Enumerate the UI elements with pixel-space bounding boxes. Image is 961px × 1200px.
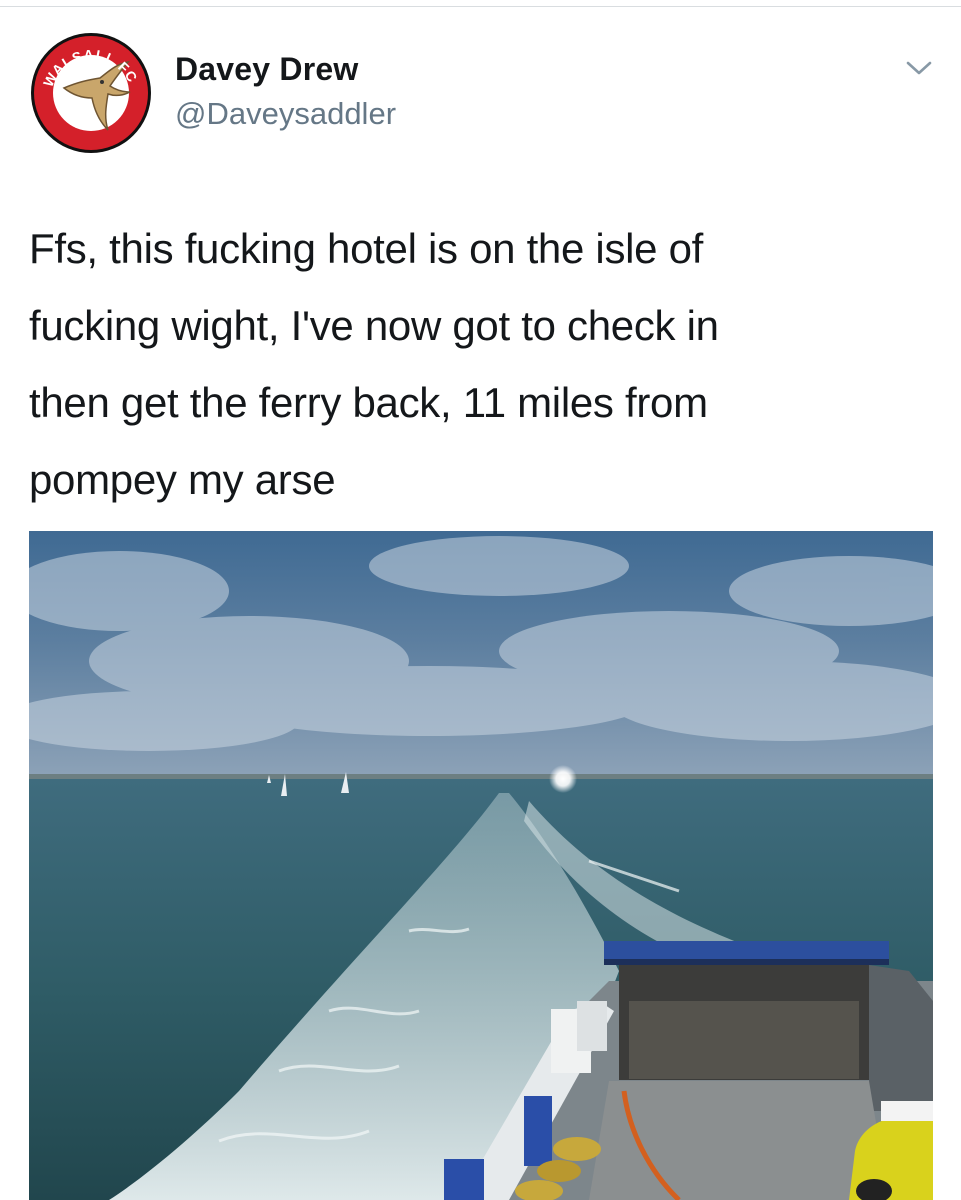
author-display-name[interactable]: Davey Drew bbox=[175, 51, 358, 88]
avatar[interactable]: WALSALL FC bbox=[30, 32, 152, 154]
ferry-wake-photo bbox=[29, 531, 933, 1200]
tweet-text: Ffs, this fucking hotel is on the isle o… bbox=[29, 225, 719, 503]
chevron-down-icon[interactable] bbox=[904, 56, 934, 80]
tweet-photo[interactable] bbox=[29, 531, 933, 1200]
author-handle[interactable]: @Daveysaddler bbox=[175, 96, 396, 132]
top-divider bbox=[0, 6, 961, 7]
walsall-fc-badge-icon: WALSALL FC bbox=[31, 33, 151, 153]
